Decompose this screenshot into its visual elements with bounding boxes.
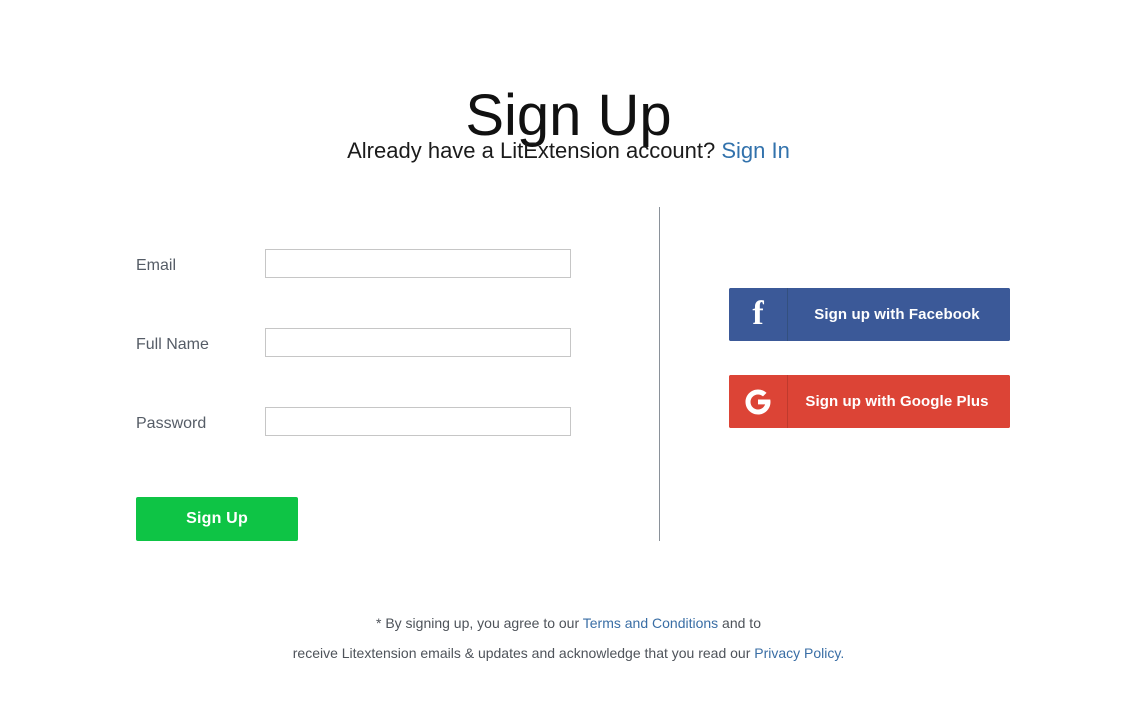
signin-prompt: Already have a LitExtension account? Sig… bbox=[0, 138, 1137, 164]
terms-and-conditions-link[interactable]: Terms and Conditions bbox=[583, 615, 718, 631]
password-label: Password bbox=[136, 415, 207, 432]
google-signup-label: Sign up with Google Plus bbox=[788, 375, 1010, 428]
field-row-fullname: Full Name bbox=[136, 319, 596, 398]
google-signup-button[interactable]: Sign up with Google Plus bbox=[729, 375, 1010, 428]
legal-disclaimer: * By signing up, you agree to our Terms … bbox=[0, 608, 1137, 668]
fullname-label: Full Name bbox=[136, 336, 209, 353]
signin-prompt-text: Already have a LitExtension account? bbox=[347, 138, 722, 163]
field-row-password: Password bbox=[136, 398, 596, 477]
legal-line-1-prefix: * By signing up, you agree to our bbox=[375, 615, 583, 631]
column-divider bbox=[659, 207, 660, 541]
field-row-email: Email bbox=[136, 240, 596, 319]
fullname-input[interactable] bbox=[265, 328, 571, 357]
email-input[interactable] bbox=[265, 249, 571, 278]
facebook-f-glyph: f bbox=[752, 294, 764, 332]
legal-line-1-suffix: and to bbox=[718, 615, 761, 631]
sign-up-button[interactable]: Sign Up bbox=[136, 497, 298, 541]
google-g-icon bbox=[729, 375, 788, 428]
sign-in-link[interactable]: Sign In bbox=[721, 138, 790, 163]
facebook-f-icon: f bbox=[729, 288, 788, 341]
privacy-policy-link[interactable]: Privacy Policy. bbox=[754, 645, 844, 661]
legal-line-1: * By signing up, you agree to our Terms … bbox=[0, 608, 1137, 638]
signup-page: Sign Up Already have a LitExtension acco… bbox=[0, 0, 1137, 724]
legal-line-2-prefix: receive Litextension emails & updates an… bbox=[292, 645, 755, 661]
signup-form: Email Full Name Password Sign Up bbox=[136, 240, 596, 541]
password-input[interactable] bbox=[265, 407, 571, 436]
facebook-signup-button[interactable]: f Sign up with Facebook bbox=[729, 288, 1010, 341]
email-label: Email bbox=[136, 257, 177, 274]
legal-line-2: receive Litextension emails & updates an… bbox=[0, 638, 1137, 668]
facebook-signup-label: Sign up with Facebook bbox=[788, 288, 1010, 341]
social-signup-column: f Sign up with Facebook Sign up with Goo… bbox=[729, 288, 1010, 462]
